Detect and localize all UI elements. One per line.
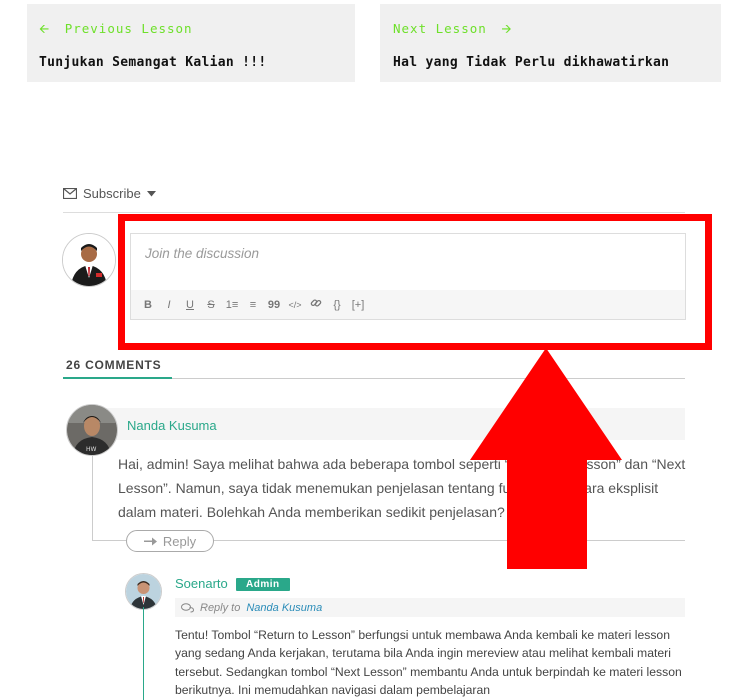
next-lesson-label: Next Lesson 🡪: [393, 21, 513, 36]
reply-button[interactable]: Reply: [126, 530, 214, 552]
reply-label: Reply: [162, 533, 197, 549]
next-lesson-card[interactable]: Next Lesson 🡪 Hal yang Tidak Perlu dikha…: [380, 4, 721, 82]
admin-avatar: [125, 573, 162, 610]
reply-to-label: Reply to: [200, 601, 241, 614]
divider: [63, 212, 685, 213]
envelope-icon: [63, 188, 77, 199]
reply-arrow-icon: [143, 537, 157, 545]
chat-bubbles-icon: [181, 602, 194, 612]
previous-lesson-label: 🡨 Previous Lesson: [39, 21, 193, 36]
subscribe-label: Subscribe: [83, 186, 141, 201]
active-tab-indicator: [63, 377, 172, 379]
arrow-right-icon: 🡪: [501, 21, 513, 36]
subscribe-dropdown[interactable]: Subscribe: [63, 186, 156, 201]
reply-text: Tentu! Tombol “Return to Lesson” berfung…: [175, 628, 682, 697]
caret-down-icon: [146, 190, 156, 196]
admin-badge: Admin: [236, 578, 290, 591]
current-user-avatar: [62, 233, 116, 287]
reply-to-link[interactable]: Nanda Kusuma: [246, 602, 322, 614]
svg-text:HW: HW: [86, 446, 97, 453]
highlight-annotation-box: [118, 214, 712, 350]
previous-lesson-card[interactable]: 🡨 Previous Lesson Tunjukan Semangat Kali…: [27, 4, 355, 82]
thread-line: [92, 456, 93, 541]
up-arrow-annotation-icon: [470, 348, 622, 569]
comment-author[interactable]: Nanda Kusuma: [127, 418, 217, 433]
comments-count-tab[interactable]: 26 COMMENTS: [66, 358, 161, 372]
next-lesson-title[interactable]: Hal yang Tidak Perlu dikhawatirkan: [393, 55, 669, 70]
reply-thread-line: [143, 607, 144, 700]
previous-lesson-title[interactable]: Tunjukan Semangat Kalian !!!: [39, 55, 267, 70]
arrow-left-icon: 🡨: [39, 21, 51, 36]
commenter-avatar: HW: [66, 404, 118, 456]
reply-to-bar: Reply to Nanda Kusuma: [175, 598, 685, 617]
reply-author[interactable]: Soenarto: [175, 576, 228, 591]
